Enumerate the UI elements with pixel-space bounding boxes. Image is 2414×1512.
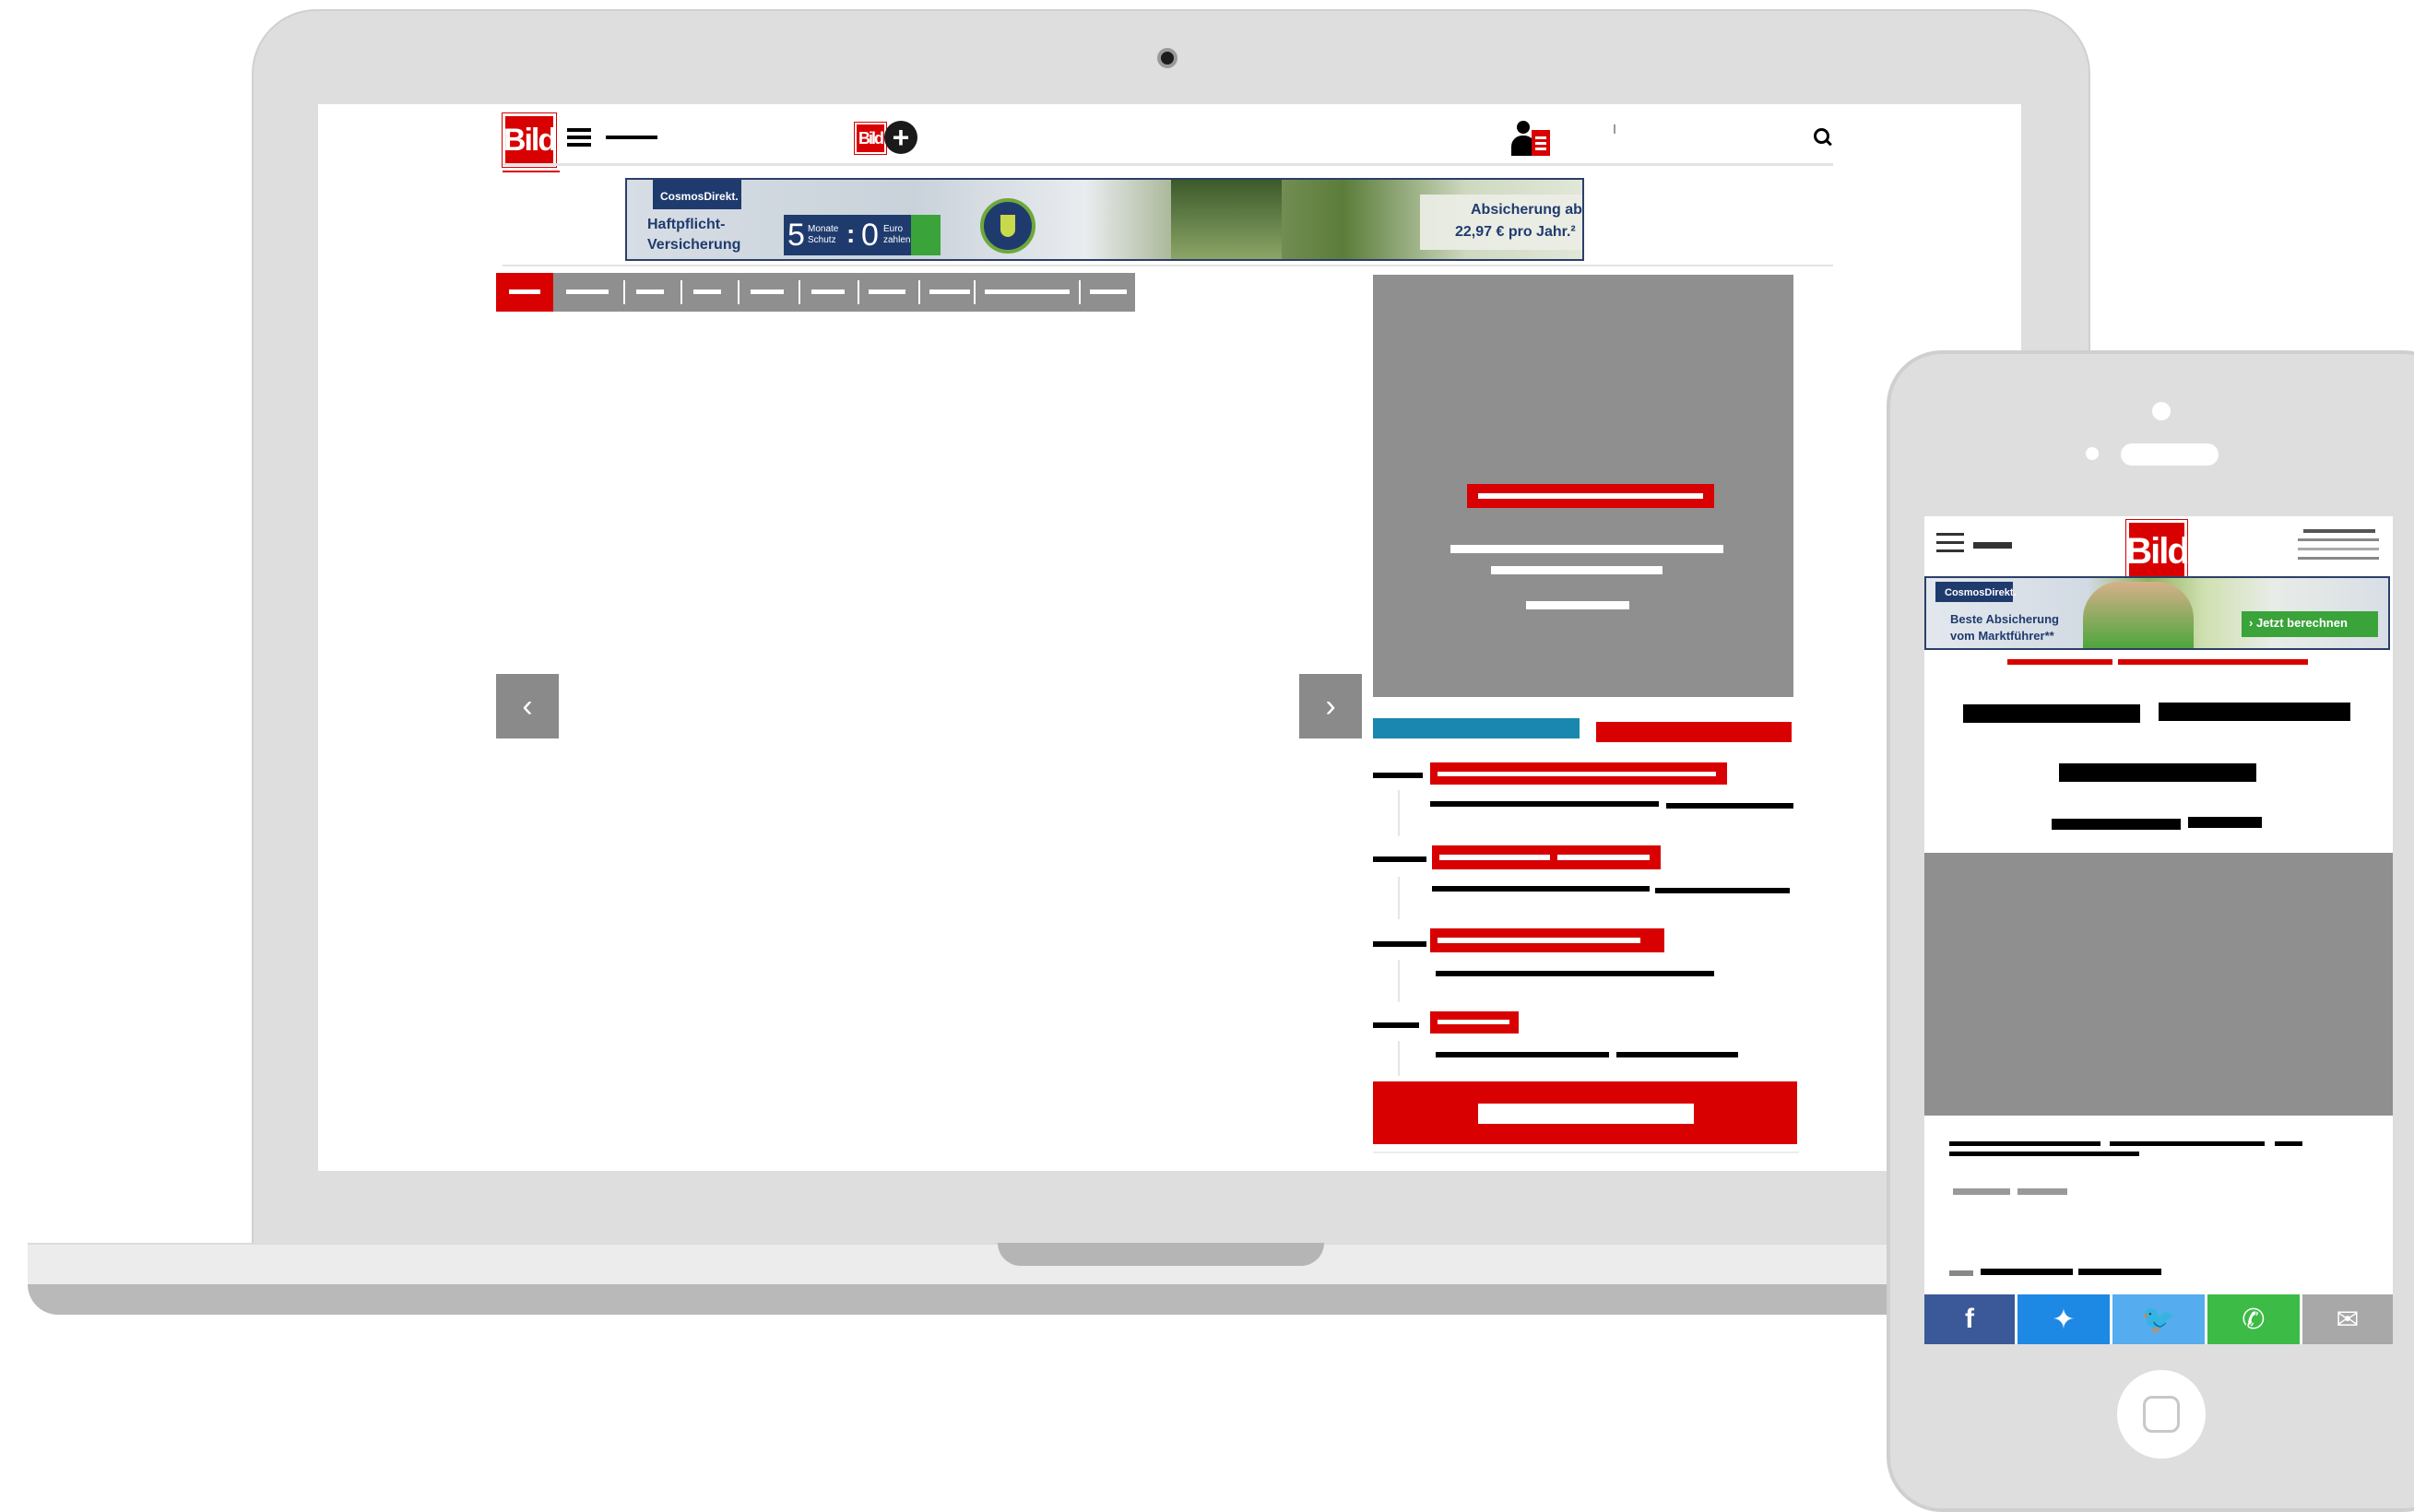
ad-seal-icon — [980, 198, 1035, 254]
mobile-headline-line — [2159, 703, 2350, 721]
ad-product-line1: Haftpflicht- — [647, 217, 726, 232]
news-item[interactable] — [1373, 1011, 1797, 1076]
mobile-breadcrumb-item[interactable] — [2007, 659, 2112, 665]
mobile-account-icon[interactable] — [2298, 529, 2379, 566]
camera-icon — [1157, 48, 1177, 68]
mobile-ad-line2: vom Marktführer** — [1950, 629, 2054, 643]
mobile-subline — [2188, 817, 2262, 828]
gallery-nav-bar[interactable] — [496, 273, 1135, 312]
mobile-subline — [2052, 819, 2181, 830]
ad-price-line2: 22,97 € pro Jahr.² — [1455, 224, 1576, 240]
mobile-screen: Bild CosmosDirekt. Beste Absicherung vom… — [1924, 516, 2393, 1344]
laptop-notch — [998, 1243, 1324, 1266]
laptop-base-edge — [28, 1284, 2001, 1315]
news-item[interactable] — [1373, 762, 1797, 836]
sidebar-tab-red[interactable] — [1596, 722, 1792, 742]
ad-divider — [503, 265, 1833, 266]
mobile-caption-line — [1949, 1141, 2100, 1146]
gallery-nav-item[interactable] — [869, 289, 905, 294]
gallery-nav-item[interactable] — [636, 289, 664, 294]
facebook-share-button[interactable]: f — [1924, 1294, 2015, 1344]
gallery-nav-item[interactable] — [811, 289, 845, 294]
mobile-bild-logo[interactable]: Bild — [2125, 520, 2190, 583]
mobile-menu-icon[interactable] — [1936, 533, 1964, 553]
header-divider — [503, 163, 1833, 166]
mobile-credit — [1953, 1188, 2010, 1195]
phone-home-button[interactable] — [2117, 1370, 2206, 1459]
mobile-headline-line — [2059, 763, 2256, 782]
mobile-author-prefix — [1949, 1270, 1973, 1276]
gallery-nav-item[interactable] — [929, 289, 970, 294]
bildplus-logo[interactable]: Bild + — [855, 121, 921, 156]
mobile-breadcrumb-item[interactable] — [2118, 659, 2308, 665]
gallery-nav-item-active[interactable] — [496, 273, 553, 312]
ad-product-line2: Versicherung — [647, 237, 741, 253]
mobile-author-name — [2078, 1269, 2161, 1275]
ad-price-line1: Absicherung ab — [1471, 202, 1582, 218]
menu-icon[interactable] — [567, 128, 591, 147]
mobile-ad-brand: CosmosDirekt. — [1945, 587, 2017, 598]
whatsapp-share-button[interactable]: ✆ — [2207, 1294, 2300, 1344]
ad-brand: CosmosDirekt. — [660, 190, 739, 203]
mobile-caption-line — [2275, 1141, 2302, 1146]
mobile-headline-line — [1963, 704, 2140, 723]
search-input-caret[interactable] — [1614, 124, 1615, 134]
menu-label[interactable] — [606, 136, 657, 139]
search-icon[interactable] — [1814, 128, 1832, 147]
email-share-button[interactable]: ✉ — [2302, 1294, 2393, 1344]
ad-person-image — [1171, 180, 1282, 259]
gallery-nav-item[interactable] — [751, 289, 784, 294]
mobile-menu-label[interactable] — [1973, 542, 2012, 549]
messenger-share-button[interactable]: ✦ — [2018, 1294, 2110, 1344]
bild-logo[interactable]: Bild — [503, 113, 557, 167]
gallery-nav-item[interactable] — [985, 289, 1070, 294]
ad-offer-badge: 5 Monate Schutz : 0 Euro zahlen — [784, 215, 941, 255]
sidebar-ad-placeholder[interactable] — [1373, 275, 1793, 697]
desktop-screen: Bild Bild + CosmosDirekt. Haftpflicht- V… — [318, 104, 2021, 1171]
mobile-caption-line — [1949, 1152, 2091, 1156]
plus-icon: + — [884, 121, 917, 154]
gallery-nav-item[interactable] — [566, 289, 609, 294]
mobile-share-bar: f ✦ 🐦 ✆ ✉ — [1924, 1294, 2393, 1344]
gallery-nav-item[interactable] — [1090, 289, 1127, 294]
mobile-ad-line1: Beste Absicherung — [1950, 612, 2059, 626]
phone-camera — [2152, 402, 2171, 420]
twitter-share-button[interactable]: 🐦 — [2112, 1294, 2205, 1344]
account-icon[interactable] — [1509, 121, 1554, 158]
mobile-ad-banner[interactable]: CosmosDirekt. Beste Absicherung vom Mark… — [1924, 576, 2390, 650]
gallery-prev-button[interactable]: ‹ — [496, 674, 559, 738]
desktop-header: Bild Bild + — [318, 104, 2021, 172]
phone-speaker — [2121, 443, 2219, 466]
mobile-credit — [2018, 1188, 2067, 1195]
mobile-author-name — [1981, 1269, 2073, 1275]
mobile-ad-people-image — [2083, 582, 2194, 648]
mobile-caption-line — [2110, 1141, 2265, 1146]
ad-banner[interactable]: CosmosDirekt. Haftpflicht- Versicherung … — [625, 178, 1584, 261]
header-active-underline — [503, 171, 560, 172]
mobile-caption-line — [2091, 1152, 2139, 1156]
sidebar-tab-teal[interactable] — [1373, 718, 1580, 738]
phone-sensor — [2086, 447, 2099, 460]
mobile-image-placeholder[interactable] — [1924, 853, 2393, 1116]
sidebar-bottom-divider — [1373, 1152, 1799, 1153]
sidebar-cta-button[interactable] — [1373, 1081, 1797, 1144]
gallery-next-button[interactable]: › — [1299, 674, 1362, 738]
gallery-nav-item[interactable] — [693, 289, 721, 294]
news-item[interactable] — [1373, 845, 1797, 919]
news-item[interactable] — [1373, 928, 1797, 1002]
